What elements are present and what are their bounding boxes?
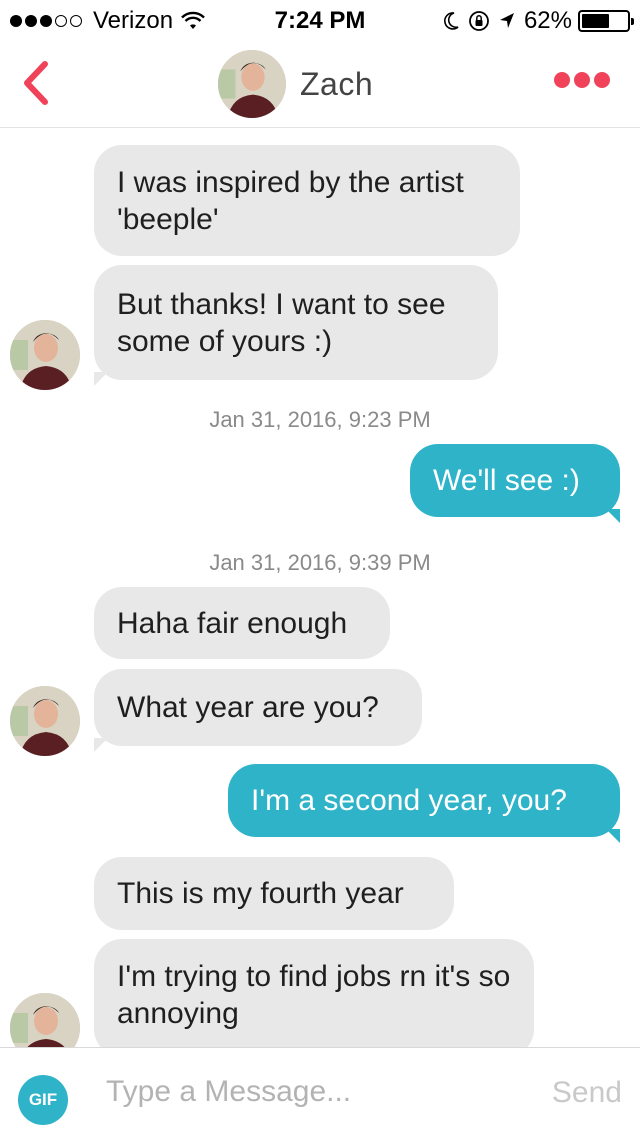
incoming-message[interactable]: But thanks! I want to see some of yours … — [94, 265, 498, 380]
message-input-bar: GIF Send — [0, 1047, 640, 1136]
person-photo-icon — [10, 686, 80, 756]
bubble-tail — [606, 509, 620, 523]
battery-icon — [578, 10, 634, 32]
sender-avatar[interactable] — [10, 686, 80, 756]
contact-avatar[interactable] — [218, 50, 286, 118]
chevron-left-icon — [24, 61, 48, 105]
outgoing-message[interactable]: We'll see :) — [410, 444, 620, 517]
moon-icon — [443, 12, 459, 30]
more-options-button[interactable] — [550, 72, 610, 88]
message-text: I'm a second year, you? — [251, 784, 567, 817]
incoming-message[interactable]: I'm trying to find jobs rn it's so annoy… — [94, 939, 534, 1047]
timestamp: Jan 31, 2016, 9:23 PM — [209, 407, 431, 432]
contact-name: Zach — [300, 65, 374, 102]
gif-button[interactable]: GIF — [18, 1075, 68, 1125]
rotation-lock-icon — [469, 11, 489, 31]
incoming-message[interactable]: What year are you? — [94, 669, 422, 746]
message-thread[interactable]: I was inspired by the artist 'beeple' Bu… — [0, 129, 640, 1047]
person-photo-icon — [218, 50, 286, 118]
contact-info[interactable]: Zach — [218, 50, 373, 118]
incoming-message[interactable]: This is my fourth year — [94, 857, 454, 930]
send-button[interactable]: Send — [552, 1076, 622, 1110]
status-right: 62% — [442, 7, 634, 35]
message-text: We'll see :) — [433, 464, 580, 497]
message-text: I'm trying to find jobs rn it's so annoy… — [117, 960, 511, 1030]
person-photo-icon — [10, 993, 80, 1047]
sender-avatar[interactable] — [10, 993, 80, 1047]
message-text: This is my fourth year — [117, 877, 404, 910]
back-button[interactable] — [14, 58, 58, 108]
location-arrow-icon — [499, 13, 514, 28]
outgoing-message[interactable]: I'm a second year, you? — [228, 764, 620, 837]
sender-avatar[interactable] — [10, 320, 80, 390]
message-text: But thanks! I want to see some of yours … — [117, 287, 446, 358]
more-dots-icon — [554, 72, 570, 88]
bubble-tail — [94, 372, 108, 386]
bubble-tail — [94, 738, 108, 752]
message-text: Haha fair enough — [117, 606, 348, 640]
message-text: I was inspired by the artist 'beeple' — [117, 165, 464, 236]
incoming-message[interactable]: I was inspired by the artist 'beeple' — [94, 145, 520, 256]
battery-percent: 62% — [523, 7, 572, 34]
timestamp: Jan 31, 2016, 9:39 PM — [209, 550, 431, 575]
incoming-message[interactable]: Haha fair enough — [94, 587, 390, 659]
person-photo-icon — [10, 320, 80, 390]
chat-header: Zach — [0, 40, 640, 128]
message-input[interactable] — [106, 1072, 526, 1112]
status-bar: Verizon 7:24 PM 62% — [0, 0, 640, 40]
message-text: What year are you? — [117, 691, 379, 724]
bubble-tail — [606, 829, 620, 843]
